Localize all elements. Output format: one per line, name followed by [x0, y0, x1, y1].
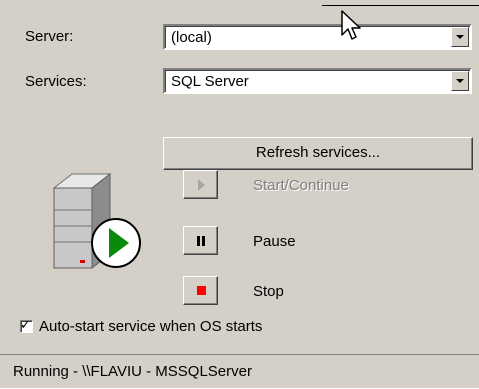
start-button[interactable]: [183, 170, 218, 199]
play-icon: [198, 179, 205, 191]
server-icon: [52, 172, 141, 270]
autostart-checkbox[interactable]: ✓: [20, 317, 33, 333]
status-text: Running - \\FLAVIU - MSSQLServer: [13, 363, 252, 380]
pause-icon: [197, 236, 205, 246]
divider-line: [322, 5, 479, 6]
autostart-label[interactable]: Auto-start service when OS starts: [39, 318, 262, 335]
pause-button[interactable]: [183, 226, 218, 255]
start-label: Start/Continue: [253, 177, 349, 194]
service-manager-panel: Server: (local) Services: SQL Server Ref…: [0, 0, 479, 389]
services-value: SQL Server: [171, 73, 249, 90]
server-value: (local): [171, 29, 212, 46]
services-label: Services:: [25, 73, 87, 90]
stop-button[interactable]: [183, 276, 218, 305]
refresh-services-button[interactable]: Refresh services...: [163, 137, 473, 170]
mouse-cursor-icon: [341, 10, 361, 40]
status-bar: Running - \\FLAVIU - MSSQLServer: [0, 354, 479, 389]
services-combo[interactable]: SQL Server: [163, 68, 472, 94]
check-icon: ✓: [20, 317, 31, 332]
pause-label: Pause: [253, 233, 296, 250]
server-combo[interactable]: (local): [163, 24, 472, 50]
chevron-down-icon[interactable]: [451, 27, 469, 47]
stop-icon: [197, 286, 206, 295]
stop-label: Stop: [253, 283, 284, 300]
server-label: Server:: [25, 28, 74, 45]
chevron-down-icon[interactable]: [451, 71, 469, 91]
